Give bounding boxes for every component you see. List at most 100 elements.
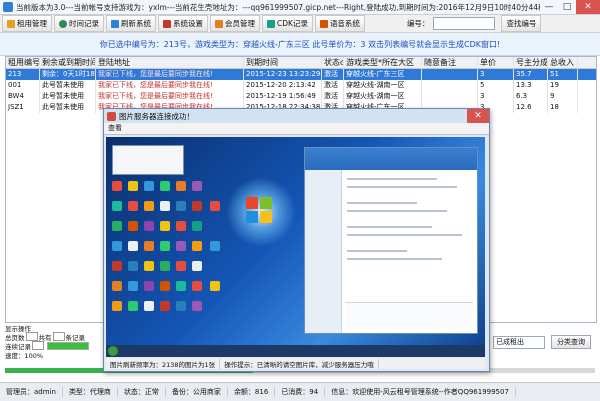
status-info: 信息：欢迎使用-风云租号管理系统--作者QQ961999507 [325, 387, 516, 397]
table-row[interactable]: BW4 此号暂未使用 我家已下线，您是最后要同步我在线! 2015-12-19 … [6, 91, 596, 102]
member-icon [215, 19, 223, 28]
find-number-button[interactable]: 查找编号 [501, 15, 542, 32]
desktop-icon [210, 241, 220, 251]
table-cell: 我家已下线，您是最后要同步我在线! [96, 69, 244, 80]
desktop-icon [128, 301, 138, 311]
table-cell: 激活 [322, 69, 344, 80]
minimize-button[interactable]: — [540, 0, 558, 14]
dialog-close-button[interactable]: ✕ [467, 109, 489, 123]
voice-system-label: 语音系统 [329, 19, 360, 28]
member-manage-label: 会员管理 [225, 19, 255, 28]
chat-input-area [345, 302, 473, 329]
status-type: 类型：代理商 [63, 387, 118, 397]
column-header[interactable]: 状态c [322, 57, 344, 68]
desktop-icon [176, 281, 186, 291]
cdk-record-label: CDK记录 [277, 19, 308, 28]
chat-message-line [347, 226, 432, 228]
rent-manage-button[interactable]: 租用管理 [2, 15, 52, 32]
desktop-icon [128, 281, 138, 291]
table-cell: 我家已下线，您是最后要同步我在线! [96, 91, 244, 102]
selection-banner: 你已选中编号为：213号，游戏类型为：穿越火线-广东三区 此号单价为：3 双击列… [0, 33, 600, 56]
desktop-icon [210, 201, 220, 211]
desktop-icon [160, 241, 170, 251]
dialog-titlebar: 图片服务器连接成功！ ✕ [104, 109, 489, 123]
number-input[interactable] [433, 17, 496, 30]
table-cell: 此号暂未使用 [40, 102, 96, 113]
column-header[interactable]: 游戏类型*所在大区 [344, 57, 422, 68]
desktop-icon [144, 281, 154, 291]
chat-message-line [347, 202, 417, 204]
status-bar: 管理员：admin 类型：代理商 状态：正常 备份：公用商家 余额：816 已消… [0, 382, 600, 401]
rent-manage-icon [7, 19, 15, 28]
table-row[interactable]: 213 剩余：0天1时18分 我家已下线，您是最后要同步我在线! 2015-12… [6, 69, 596, 80]
desktop-icon [176, 201, 186, 211]
category-controls: 已成租出 分类查询 [493, 335, 591, 349]
table-cell [422, 80, 478, 91]
rent-manage-label: 租用管理 [17, 19, 47, 28]
table-cell: 9 [548, 91, 578, 102]
desktop-icon [192, 201, 202, 211]
table-row[interactable]: 001 此号暂未使用 我家已下线，您是最后要同步我在线! 2015-12-20 … [6, 80, 596, 91]
refresh-system-button[interactable]: 刷新系统 [106, 15, 156, 32]
member-manage-button[interactable]: 会员管理 [210, 15, 260, 32]
desktop-icon [160, 301, 170, 311]
table-cell: 2015-12-20 2:13:42 [244, 80, 322, 91]
column-header[interactable]: 总收入 [548, 57, 578, 68]
desktop-icon [192, 181, 202, 191]
table-cell: 6.3 [514, 91, 548, 102]
maximize-button[interactable]: □ [558, 0, 576, 14]
cdk-record-button[interactable]: CDK记录 [262, 15, 313, 32]
windows-logo-icon [246, 197, 274, 225]
window-title: 当前版本为3.0---当前帐号支持游戏为：yxlm---当前花生壳地址为：---… [16, 2, 540, 12]
table-cell: 3 [478, 91, 514, 102]
remote-small-window [112, 145, 184, 175]
system-settings-button[interactable]: 系统设置 [158, 15, 208, 32]
table-cell: 激活 [322, 80, 344, 91]
desktop-icon [160, 261, 170, 271]
desktop-icon [176, 261, 186, 271]
column-header[interactable]: 剩余或到期时间 [40, 57, 96, 68]
category-query-button[interactable]: 分类查询 [551, 335, 591, 349]
speed-slider-fill [48, 342, 88, 349]
desktop-icon [128, 261, 138, 271]
speed-slider[interactable] [47, 341, 89, 350]
desktop-icon [144, 241, 154, 251]
remote-chat-window [304, 147, 478, 334]
column-header[interactable]: 随意备注 [422, 57, 478, 68]
category-select[interactable]: 已成租出 [493, 335, 545, 349]
table-cell: 穿越火线-湖南一区 [344, 80, 422, 91]
records-label: 条记录 [65, 333, 86, 342]
system-settings-label: 系统设置 [173, 19, 203, 28]
desktop-icon [144, 181, 154, 191]
clock-icon [59, 19, 67, 28]
desktop-icon [128, 241, 138, 251]
voice-system-button[interactable]: 语音系统 [314, 15, 365, 32]
column-header[interactable]: 号主分成 [514, 57, 548, 68]
column-header[interactable]: 单价 [478, 57, 514, 68]
status-consumed: 已消费：94 [275, 387, 326, 397]
desktop-icon [144, 301, 154, 311]
status-state: 状态：正常 [118, 387, 166, 397]
desktop-icon [144, 201, 154, 211]
desktop-icon [128, 201, 138, 211]
desktop-icon [192, 261, 202, 271]
window-titlebar: 当前版本为3.0---当前帐号支持游戏为：yxlm---当前花生壳地址为：---… [0, 0, 600, 15]
chat-message-line [347, 258, 442, 260]
refresh-system-label: 刷新系统 [121, 19, 151, 28]
status-balance: 余额：816 [228, 387, 276, 397]
desktop-icon [160, 221, 170, 231]
column-header[interactable]: 租用编号 [6, 57, 40, 68]
operation-tip: 操作提示：已清晰的请空图片库，减少服务器压力哦 [220, 358, 379, 369]
total-count-field[interactable] [52, 332, 65, 341]
table-cell: 001 [6, 80, 40, 91]
dialog-menu-view[interactable]: 查看 [104, 123, 489, 135]
column-header[interactable]: 到期时间 [244, 57, 322, 68]
time-record-button[interactable]: 时间记录 [54, 15, 104, 32]
table-cell: 激活 [322, 91, 344, 102]
table-cell: 穿越火线-湖南一区 [344, 91, 422, 102]
table-cell: 12.6 [514, 102, 548, 113]
voice-icon [319, 19, 328, 28]
close-button[interactable]: ✕ [576, 0, 600, 14]
column-header[interactable]: 登陆地址 [96, 57, 244, 68]
image-server-dialog: 图片服务器连接成功！ ✕ 查看 图片刷新频率为：2138的图片为1张 操作提示：… [103, 108, 490, 372]
